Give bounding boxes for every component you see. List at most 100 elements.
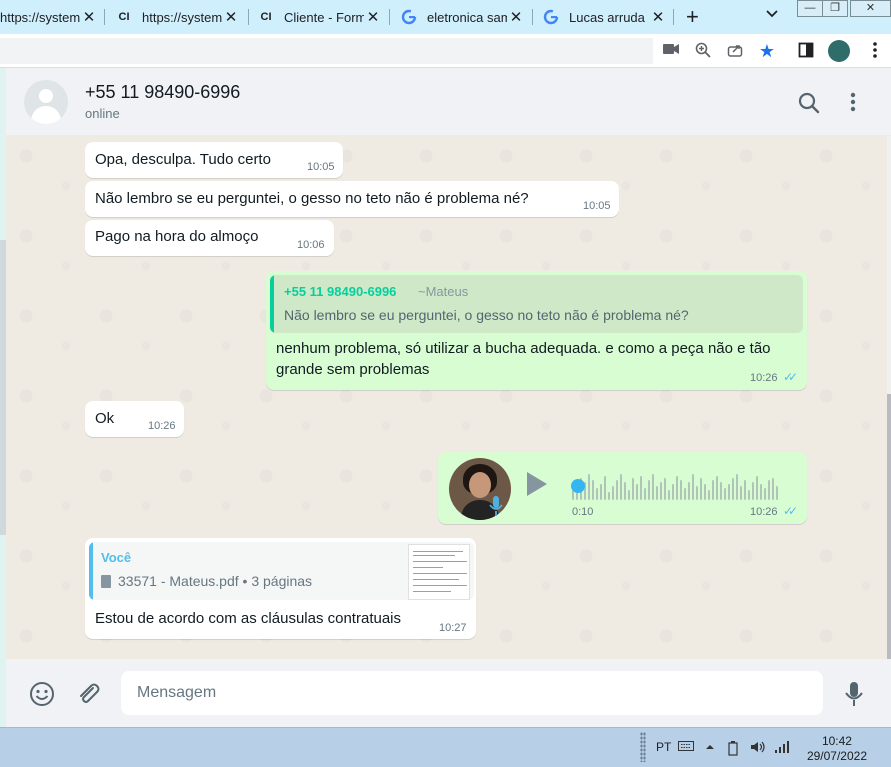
close-window-button[interactable]: ✕ <box>850 0 891 17</box>
message-text: Opa, desculpa. Tudo certo <box>95 151 271 168</box>
waveform-bar <box>772 478 774 500</box>
waveform-bar <box>732 478 734 500</box>
waveform-bar <box>624 482 626 500</box>
chat-header[interactable]: +55 11 98490-6996 online <box>6 68 891 136</box>
menu-icon[interactable] <box>850 92 856 117</box>
tab-title: eletronica sam <box>427 9 507 25</box>
close-tab-icon[interactable]: ✕ <box>366 8 380 26</box>
waveform-bar <box>588 474 590 500</box>
tab-divider <box>104 9 105 25</box>
new-tab-button[interactable]: + <box>686 4 699 30</box>
message-bubble-incoming[interactable]: Você 33571 - Mateus.pdf • 3 páginas Esto… <box>85 538 476 639</box>
browser-tab[interactable]: Lucas arruda p ✕ <box>543 0 665 34</box>
bookmark-star-icon[interactable]: ★ <box>758 42 776 60</box>
play-icon[interactable] <box>527 472 547 496</box>
message-bubble-incoming[interactable]: Não lembro se eu perguntei, o gesso no t… <box>85 181 619 217</box>
message-text-line: grande sem problemas <box>276 361 430 378</box>
message-time: 10:26 <box>750 506 778 518</box>
chat-scrollbar[interactable] <box>887 136 891 659</box>
waveform-bar <box>684 488 686 500</box>
quoted-message[interactable]: +55 11 98490-6996 ~Mateus Não lembro se … <box>270 275 803 333</box>
audio-scrubber-handle[interactable] <box>571 479 585 493</box>
attach-icon[interactable] <box>76 681 100 710</box>
volume-icon[interactable] <box>750 740 766 757</box>
power-icon[interactable] <box>726 740 740 759</box>
tab-title: Cliente - Form <box>284 9 364 25</box>
kebab-menu-icon[interactable] <box>866 42 884 60</box>
tray-expand-icon[interactable] <box>705 740 715 754</box>
browser-tab[interactable]: CI Cliente - Form ✕ <box>258 0 380 34</box>
waveform-bar <box>740 486 742 500</box>
message-text: Não lembro se eu perguntei, o gesso no t… <box>95 190 529 207</box>
waveform-bar <box>688 482 690 500</box>
waveform-bar <box>708 490 710 500</box>
close-tab-icon[interactable]: ✕ <box>509 8 523 26</box>
message-bubble-incoming[interactable]: Pago na hora do almoço 10:06 <box>85 220 334 256</box>
camera-icon[interactable] <box>662 42 680 60</box>
language-indicator[interactable]: PT <box>656 740 671 754</box>
google-icon <box>401 9 417 25</box>
maximize-button[interactable]: ❐ <box>822 0 848 17</box>
composer-bar <box>6 659 891 727</box>
microphone-icon[interactable] <box>844 681 864 712</box>
keyboard-icon[interactable] <box>678 740 694 755</box>
tab-title: Lucas arruda p <box>569 9 649 25</box>
waveform-bar <box>704 484 706 500</box>
browser-tab[interactable]: eletronica sam ✕ <box>401 0 523 34</box>
waveform-bar <box>728 484 730 500</box>
message-time: 10:26 <box>148 420 176 432</box>
audio-waveform[interactable] <box>572 472 784 500</box>
waveform-bar <box>752 482 754 500</box>
zoom-icon[interactable] <box>694 42 712 60</box>
read-ticks-icon: ✓✓ <box>783 370 798 384</box>
search-icon[interactable] <box>798 92 820 119</box>
message-bubble-incoming[interactable]: Ok 10:26 <box>85 401 184 437</box>
profile-avatar[interactable] <box>828 40 850 62</box>
share-icon[interactable] <box>726 42 744 60</box>
close-tab-icon[interactable]: ✕ <box>651 8 665 26</box>
document-reply-card[interactable]: Você 33571 - Mateus.pdf • 3 páginas <box>89 542 474 600</box>
message-input[interactable] <box>121 671 823 715</box>
browser-tab[interactable]: CI https://system ✕ <box>116 0 238 34</box>
tab-title: https://system <box>142 9 222 25</box>
browser-tab[interactable]: https://system ✕ <box>0 0 96 34</box>
system-clock[interactable]: 10:42 29/07/2022 <box>807 734 867 764</box>
tab-title: https://system <box>0 9 80 25</box>
waveform-bar <box>668 490 670 500</box>
network-icon[interactable] <box>774 740 790 757</box>
document-filename: 33571 - Mateus.pdf • 3 páginas <box>118 573 313 589</box>
ci-icon: CI <box>260 11 272 23</box>
waveform-bar <box>604 476 606 500</box>
waveform-bar <box>632 478 634 500</box>
read-ticks-icon: ✓✓ <box>783 504 798 518</box>
waveform-bar <box>596 488 598 500</box>
tab-divider <box>673 9 674 25</box>
emoji-icon[interactable] <box>29 681 55 712</box>
quoted-sender: +55 11 98490-6996 <box>284 284 397 299</box>
tab-search-button[interactable] <box>765 6 779 22</box>
side-panel-icon[interactable] <box>797 42 815 60</box>
waveform-bar <box>628 490 630 500</box>
waveform-bar <box>700 478 702 500</box>
address-bar[interactable] <box>0 38 653 64</box>
quoted-pushname: ~Mateus <box>418 284 469 299</box>
message-bubble-incoming[interactable]: Opa, desculpa. Tudo certo 10:05 <box>85 142 343 178</box>
minimize-button[interactable]: — <box>797 0 823 17</box>
waveform-bar <box>644 488 646 500</box>
clock-time: 10:42 <box>821 734 852 748</box>
message-bubble-outgoing[interactable]: +55 11 98490-6996 ~Mateus Não lembro se … <box>266 271 807 390</box>
audio-duration: 0:10 <box>572 506 594 518</box>
contact-avatar[interactable] <box>24 80 68 124</box>
close-tab-icon[interactable]: ✕ <box>82 8 96 26</box>
scrollbar-thumb[interactable] <box>887 394 891 659</box>
message-text-line: nenhum problema, só utilizar a bucha ade… <box>276 340 771 357</box>
message-list[interactable]: Opa, desculpa. Tudo certo 10:05 Não lemb… <box>6 136 891 659</box>
contact-name[interactable]: +55 11 98490-6996 <box>85 82 240 103</box>
close-tab-icon[interactable]: ✕ <box>224 8 238 26</box>
voice-message-bubble[interactable]: 0:10 10:26 ✓✓ <box>438 452 807 524</box>
waveform-bar <box>640 476 642 500</box>
browser-toolbar: ★ <box>0 34 891 68</box>
waveform-bar <box>696 486 698 500</box>
waveform-bar <box>676 476 678 500</box>
waveform-bar <box>692 474 694 500</box>
